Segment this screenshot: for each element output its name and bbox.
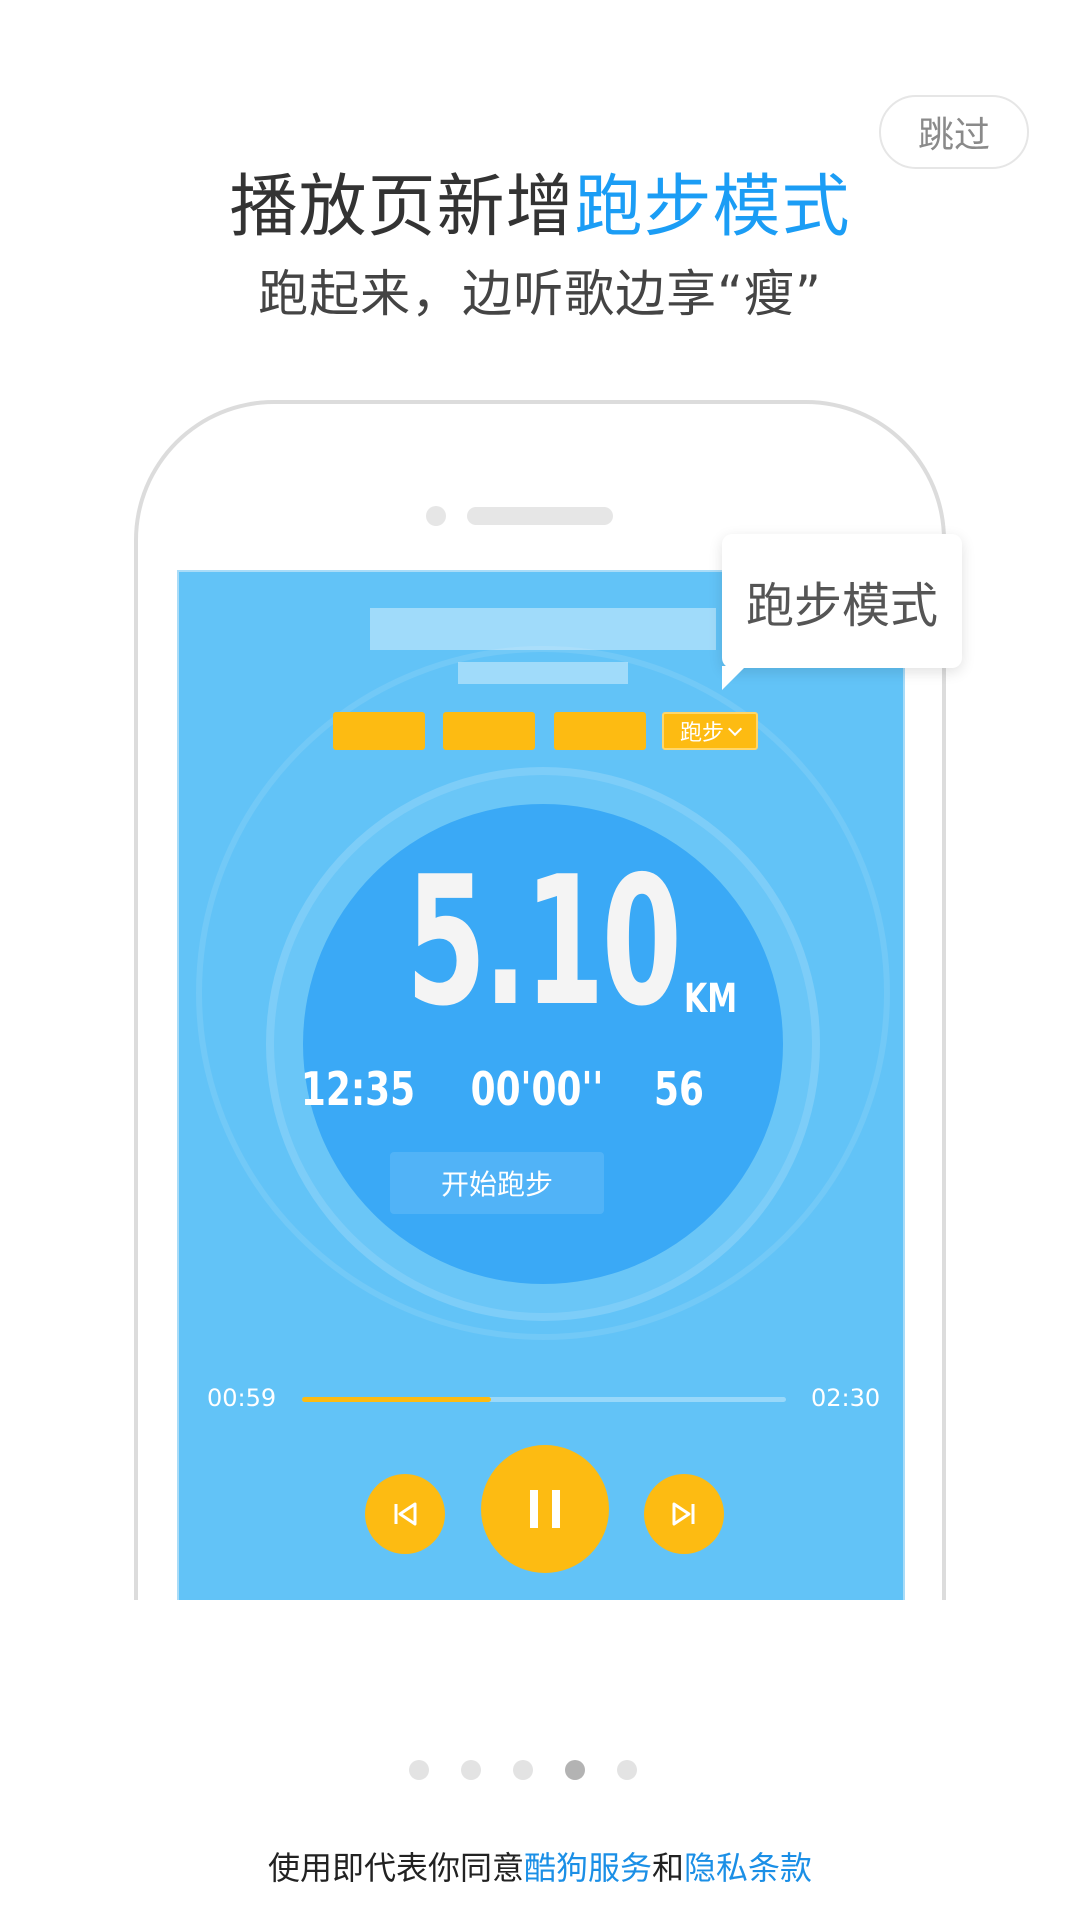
progress-bar[interactable] xyxy=(302,1397,786,1402)
pause-icon xyxy=(530,1490,560,1528)
running-mode-dropdown[interactable]: 跑步 xyxy=(662,712,758,750)
tag-placeholder[interactable] xyxy=(554,712,646,750)
skip-button[interactable]: 跳过 xyxy=(879,95,1029,169)
song-title-placeholder xyxy=(370,608,716,650)
distance-value: 5.10 xyxy=(406,838,683,1045)
start-running-button[interactable]: 开始跑步 xyxy=(390,1152,604,1214)
stat-steps: 56 xyxy=(654,1062,704,1116)
page-title-prefix: 播放页新增 xyxy=(229,168,575,247)
elapsed-time: 00:59 xyxy=(207,1384,277,1412)
skip-next-icon xyxy=(672,1502,695,1526)
total-time: 02:30 xyxy=(811,1384,881,1412)
service-terms-link[interactable]: 酷狗服务 xyxy=(524,1849,652,1887)
page-dot xyxy=(565,1760,585,1780)
progress-fill xyxy=(302,1397,491,1402)
page-subtitle: 跑起来，边听歌边享“瘦” xyxy=(258,265,822,323)
agreement-text: 使用即代表你同意酷狗服务和隐私条款 xyxy=(0,1846,1080,1890)
page-dot xyxy=(617,1760,637,1780)
stat-pace: 00'00'' xyxy=(470,1062,604,1116)
phone-camera xyxy=(426,506,446,526)
next-button[interactable] xyxy=(644,1474,724,1554)
distance-readout: 5.10 xyxy=(179,838,903,1045)
page-title-highlight: 跑步模式 xyxy=(574,168,851,247)
artist-placeholder xyxy=(458,662,628,684)
chevron-down-icon xyxy=(727,721,743,736)
agreement-joiner: 和 xyxy=(652,1849,685,1887)
tooltip-pointer xyxy=(722,666,746,690)
tag-placeholder[interactable] xyxy=(333,712,425,750)
skip-previous-icon xyxy=(394,1502,417,1526)
page-dot xyxy=(513,1760,533,1780)
distance-unit: KM xyxy=(684,976,738,1022)
running-mode-tooltip: 跑步模式 xyxy=(722,534,962,668)
page-dot xyxy=(461,1760,481,1780)
player-screen: 跑步 5.10 KM 12:35 00'00'' 56 开始跑步 00:59 0… xyxy=(177,570,905,1600)
running-mode-label: 跑步 xyxy=(679,721,724,746)
agreement-prefix: 使用即代表你同意 xyxy=(267,1849,524,1887)
previous-button[interactable] xyxy=(365,1474,445,1554)
stat-time: 12:35 xyxy=(300,1062,416,1116)
page-title: 播放页新增跑步模式 xyxy=(0,168,1080,248)
tag-placeholder[interactable] xyxy=(443,712,535,750)
privacy-policy-link[interactable]: 隐私条款 xyxy=(684,1849,812,1887)
phone-speaker xyxy=(467,507,613,525)
page-dot xyxy=(409,1760,429,1780)
pause-button[interactable] xyxy=(481,1445,609,1573)
